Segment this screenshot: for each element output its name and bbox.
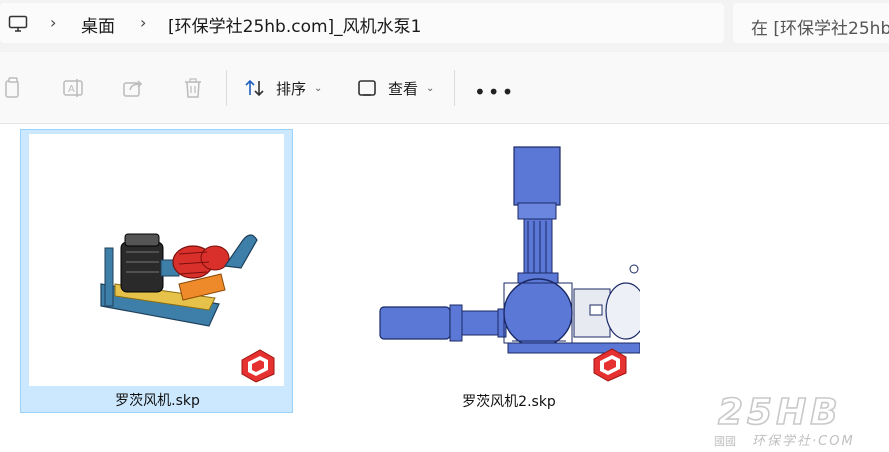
chevron-down-icon: ⌄ <box>426 82 435 94</box>
monitor-icon[interactable] <box>8 14 28 34</box>
watermark-small-text: 环保学社·COM <box>752 433 855 449</box>
chevron-down-icon: ⌄ <box>314 82 323 94</box>
rename-icon[interactable]: A <box>62 76 84 100</box>
sketchup-logo-icon <box>241 349 275 383</box>
view-icon <box>358 80 376 96</box>
sketchup-logo-icon <box>593 348 627 382</box>
file-thumbnail <box>29 134 284 386</box>
share-icon[interactable] <box>122 76 144 100</box>
search-input[interactable]: 在 [环保学社25hb <box>733 3 889 43</box>
chevron-right-icon[interactable]: › <box>140 13 146 32</box>
toolbar-divider <box>454 70 455 106</box>
view-button[interactable]: 查看 ⌄ <box>356 74 434 102</box>
address-bar: › 桌面 › [环保学社25hb.com]_风机水泵1 在 [环保学社25hb <box>0 0 889 52</box>
watermark-logo: 25HB 國國 环保学社·COM <box>714 391 855 449</box>
sort-button[interactable]: 排序 ⌄ <box>244 74 322 102</box>
command-bar: A 排序 ⌄ 查看 ⌄ ••• <box>0 52 889 124</box>
file-thumbnail <box>378 141 640 385</box>
delete-icon[interactable] <box>182 76 204 100</box>
breadcrumb-item-folder[interactable]: [环保学社25hb.com]_风机水泵1 <box>168 12 422 37</box>
sort-label: 排序 <box>276 79 307 98</box>
watermark-big-text: 25HB <box>718 392 842 433</box>
chevron-right-icon[interactable]: › <box>50 13 56 32</box>
toolbar-divider <box>226 70 227 106</box>
file-item[interactable]: 罗茨风机.skp <box>20 129 293 413</box>
more-options-button[interactable]: ••• <box>474 80 515 104</box>
sort-icon <box>245 79 264 97</box>
breadcrumb-item-desktop[interactable]: 桌面 <box>81 12 115 37</box>
file-name: 罗茨风机.skp <box>115 393 200 409</box>
search-placeholder: 在 [环保学社25hb <box>751 19 889 39</box>
copy-icon[interactable] <box>2 76 24 100</box>
watermark-prefix-text: 國國 <box>714 435 736 448</box>
file-name: 罗茨风机2.skp <box>462 394 556 410</box>
file-item[interactable]: 罗茨风机2.skp <box>378 129 640 413</box>
view-label: 查看 <box>388 79 419 98</box>
svg-text:A: A <box>68 84 75 95</box>
